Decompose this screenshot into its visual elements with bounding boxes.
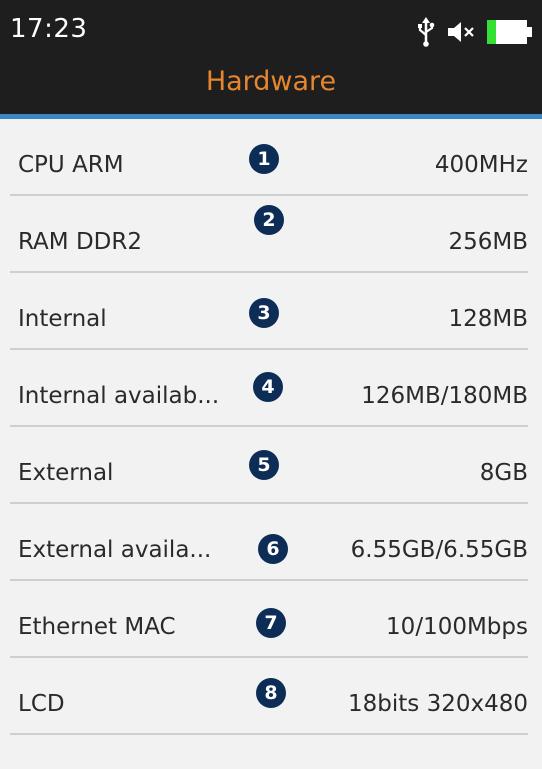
status-time: 17:23 (10, 14, 88, 44)
device-screen: 17:23 Hardware CPU ARM 400MHz RAM DDR2 2… (0, 0, 542, 769)
item-value: 256MB (448, 229, 528, 255)
item-value: 8GB (479, 460, 528, 486)
usb-icon (416, 17, 436, 51)
status-icons (416, 16, 534, 52)
page-title: Hardware (205, 66, 337, 97)
item-label: Internal (18, 306, 107, 332)
item-value: 126MB/180MB (361, 383, 528, 409)
item-value: 6.55GB/6.55GB (350, 537, 528, 563)
item-value: 400MHz (434, 152, 528, 178)
annotation-marker-3: 3 (249, 298, 279, 328)
annotation-marker-8: 8 (256, 678, 286, 708)
item-label: CPU ARM (18, 152, 124, 178)
item-value: 10/100Mbps (386, 614, 528, 640)
speaker-muted-icon (446, 19, 476, 49)
item-value: 128MB (448, 306, 528, 332)
annotation-marker-1: 1 (249, 144, 279, 174)
item-label: External (18, 460, 114, 486)
annotation-marker-7: 7 (256, 608, 286, 638)
annotation-marker-5: 5 (249, 450, 279, 480)
item-label: RAM DDR2 (18, 229, 142, 255)
item-label: Internal availab... (18, 383, 220, 409)
item-label: LCD (18, 691, 65, 717)
battery-icon (486, 19, 534, 49)
header-bar: 17:23 Hardware (0, 0, 542, 114)
annotation-marker-2: 2 (254, 205, 284, 235)
item-value: 18bits 320x480 (348, 691, 528, 717)
annotation-marker-6: 6 (258, 534, 288, 564)
item-label: Ethernet MAC (18, 614, 176, 640)
item-label: External availa... (18, 537, 212, 563)
annotation-marker-4: 4 (253, 372, 283, 402)
